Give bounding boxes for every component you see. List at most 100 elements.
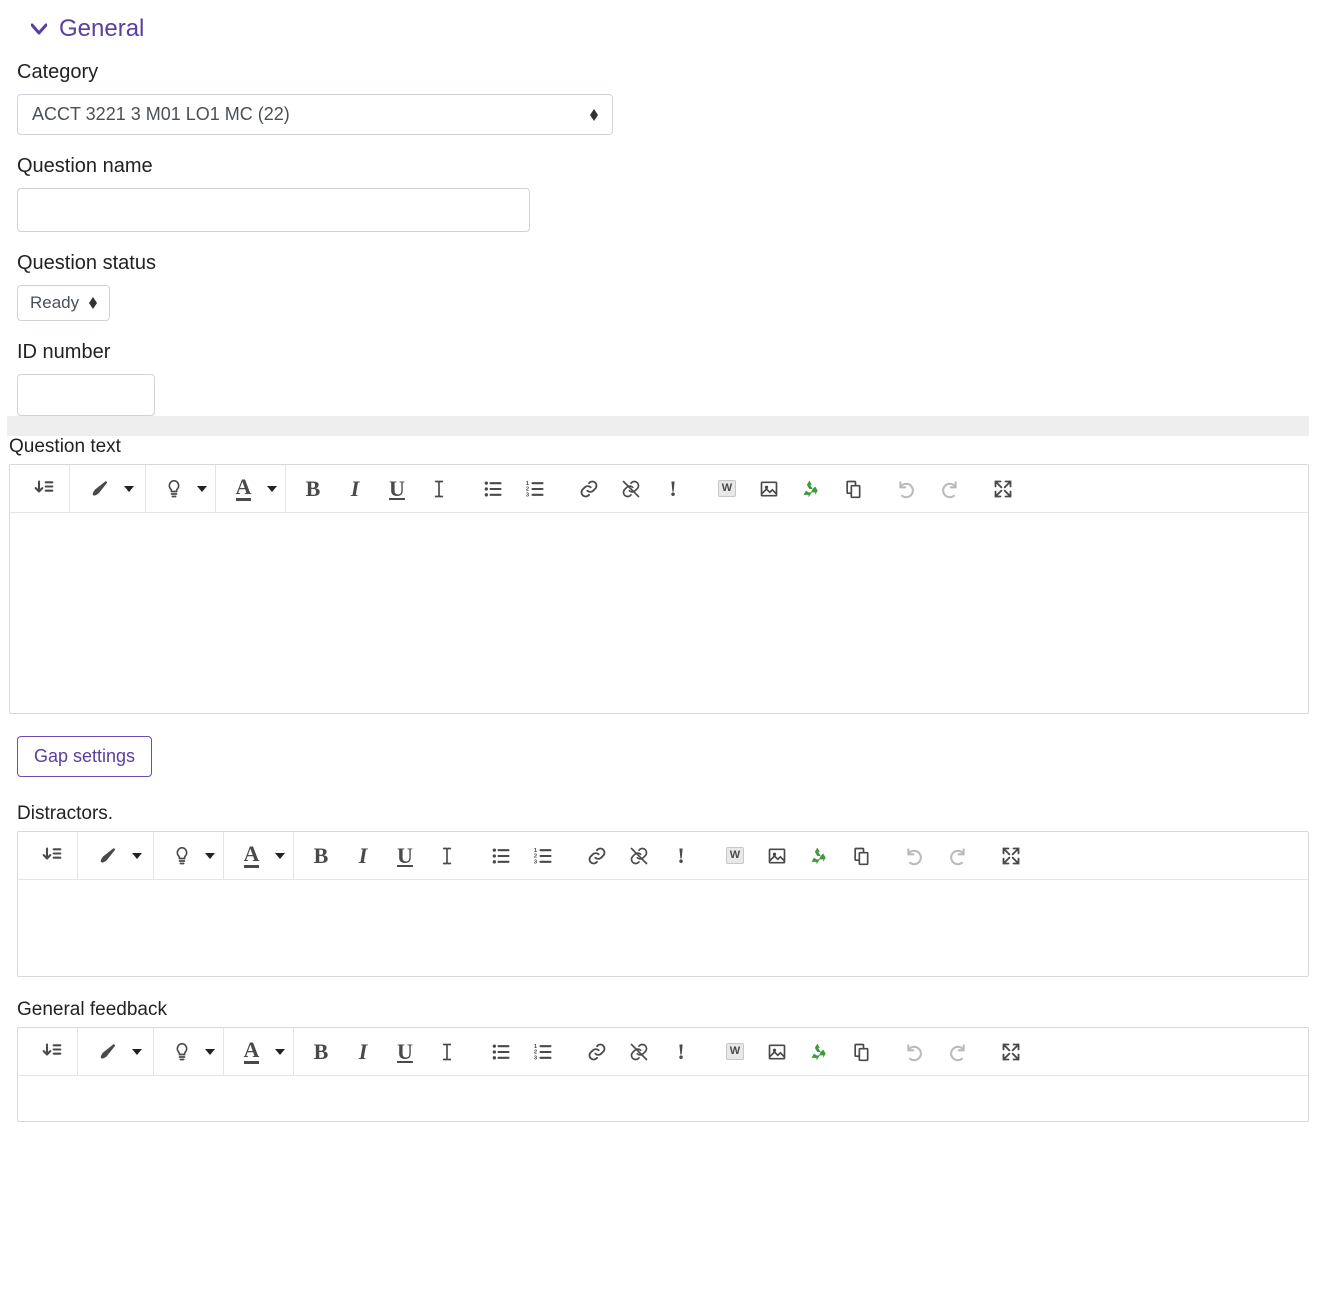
image-icon[interactable] (750, 470, 788, 508)
svg-text:3: 3 (526, 492, 530, 498)
brush-icon[interactable] (90, 1033, 128, 1071)
underline-button[interactable]: U (386, 1033, 424, 1071)
general-feedback-area[interactable] (18, 1076, 1308, 1121)
dropdown-caret-icon[interactable] (275, 1048, 285, 1056)
image-icon[interactable] (758, 837, 796, 875)
id-number-input[interactable] (17, 374, 155, 416)
divider (7, 416, 1309, 436)
question-status-select[interactable]: Ready (17, 285, 110, 321)
emphasis-button[interactable]: ! (662, 1033, 700, 1071)
italic-button[interactable]: I (344, 1033, 382, 1071)
dropdown-caret-icon[interactable] (197, 485, 207, 493)
editor-toolbar: ABIU 123! W (18, 1028, 1308, 1076)
link-icon[interactable] (570, 470, 608, 508)
unordered-list-icon[interactable] (482, 1033, 520, 1071)
bulb-icon[interactable] (163, 1033, 201, 1071)
fullscreen-icon[interactable] (992, 1033, 1030, 1071)
paste-icon[interactable] (842, 1033, 880, 1071)
question-name-label: Question name (17, 155, 1309, 178)
paste-icon[interactable] (834, 470, 872, 508)
paste-word-icon[interactable]: W (716, 1033, 754, 1071)
bold-button[interactable]: B (302, 837, 340, 875)
toggle-toolbar-icon[interactable] (33, 1033, 71, 1071)
unordered-list-icon[interactable] (474, 470, 512, 508)
general-feedback-editor: ABIU 123! W (17, 1027, 1309, 1122)
unordered-list-icon[interactable] (482, 837, 520, 875)
brush-icon[interactable] (82, 470, 120, 508)
dropdown-caret-icon[interactable] (205, 852, 215, 860)
paste-word-icon[interactable]: W (716, 837, 754, 875)
question-text-label: Question text (9, 436, 1309, 458)
question-text-area[interactable] (10, 513, 1308, 713)
category-select[interactable]: ACCT 3221 3 M01 LO1 MC (22) (17, 94, 613, 135)
text-cursor-icon[interactable] (428, 837, 466, 875)
ordered-list-icon[interactable]: 123 (524, 1033, 562, 1071)
svg-text:3: 3 (534, 1055, 538, 1061)
distractors-editor: ABIU 123! W (17, 831, 1309, 977)
unlink-icon[interactable] (620, 1033, 658, 1071)
distractors-label: Distractors. (17, 803, 1309, 825)
dropdown-caret-icon[interactable] (132, 852, 142, 860)
editor-toolbar: ABIU 123! W (18, 832, 1308, 880)
text-cursor-icon[interactable] (420, 470, 458, 508)
emphasis-button[interactable]: ! (662, 837, 700, 875)
dropdown-caret-icon[interactable] (275, 852, 285, 860)
fullscreen-icon[interactable] (984, 470, 1022, 508)
recycle-icon[interactable] (800, 1033, 838, 1071)
redo-icon[interactable] (930, 470, 968, 508)
image-icon[interactable] (758, 1033, 796, 1071)
italic-button[interactable]: I (336, 470, 374, 508)
italic-button[interactable]: I (344, 837, 382, 875)
editor-toolbar: ABIU 123! W (10, 465, 1308, 513)
section-title: General (59, 15, 144, 43)
font-style-button[interactable]: A (225, 470, 263, 508)
bulb-icon[interactable] (155, 470, 193, 508)
id-number-label: ID number (17, 341, 1309, 364)
undo-icon[interactable] (896, 1033, 934, 1071)
link-icon[interactable] (578, 1033, 616, 1071)
bold-button[interactable]: B (294, 470, 332, 508)
category-selected-value: ACCT 3221 3 M01 LO1 MC (22) (32, 104, 290, 125)
paste-icon[interactable] (842, 837, 880, 875)
undo-icon[interactable] (896, 837, 934, 875)
bulb-icon[interactable] (163, 837, 201, 875)
redo-icon[interactable] (938, 1033, 976, 1071)
text-cursor-icon[interactable] (428, 1033, 466, 1071)
svg-text:3: 3 (534, 859, 538, 865)
emphasis-button[interactable]: ! (654, 470, 692, 508)
brush-icon[interactable] (90, 837, 128, 875)
ordered-list-icon[interactable]: 123 (524, 837, 562, 875)
undo-icon[interactable] (888, 470, 926, 508)
general-section-header[interactable]: General (31, 15, 1309, 43)
paste-word-icon[interactable]: W (708, 470, 746, 508)
gap-settings-button[interactable]: Gap settings (17, 736, 152, 777)
bold-button[interactable]: B (302, 1033, 340, 1071)
recycle-icon[interactable] (792, 470, 830, 508)
redo-icon[interactable] (938, 837, 976, 875)
chevron-down-icon (31, 23, 47, 35)
dropdown-caret-icon[interactable] (124, 485, 134, 493)
distractors-area[interactable] (18, 880, 1308, 976)
dropdown-caret-icon[interactable] (205, 1048, 215, 1056)
dropdown-caret-icon[interactable] (132, 1048, 142, 1056)
question-name-input[interactable] (17, 188, 530, 232)
toggle-toolbar-icon[interactable] (25, 470, 63, 508)
underline-button[interactable]: U (386, 837, 424, 875)
question-status-label: Question status (17, 252, 1309, 275)
dropdown-caret-icon[interactable] (267, 485, 277, 493)
unlink-icon[interactable] (620, 837, 658, 875)
general-feedback-label: General feedback (17, 999, 1309, 1021)
unlink-icon[interactable] (612, 470, 650, 508)
recycle-icon[interactable] (800, 837, 838, 875)
font-style-button[interactable]: A (233, 837, 271, 875)
link-icon[interactable] (578, 837, 616, 875)
select-caret-icon (590, 109, 598, 121)
underline-button[interactable]: U (378, 470, 416, 508)
fullscreen-icon[interactable] (992, 837, 1030, 875)
select-caret-icon (89, 297, 97, 309)
ordered-list-icon[interactable]: 123 (516, 470, 554, 508)
toggle-toolbar-icon[interactable] (33, 837, 71, 875)
font-style-button[interactable]: A (233, 1033, 271, 1071)
question-status-selected: Ready (30, 293, 79, 313)
question-text-editor: ABIU 123! W (9, 464, 1309, 714)
